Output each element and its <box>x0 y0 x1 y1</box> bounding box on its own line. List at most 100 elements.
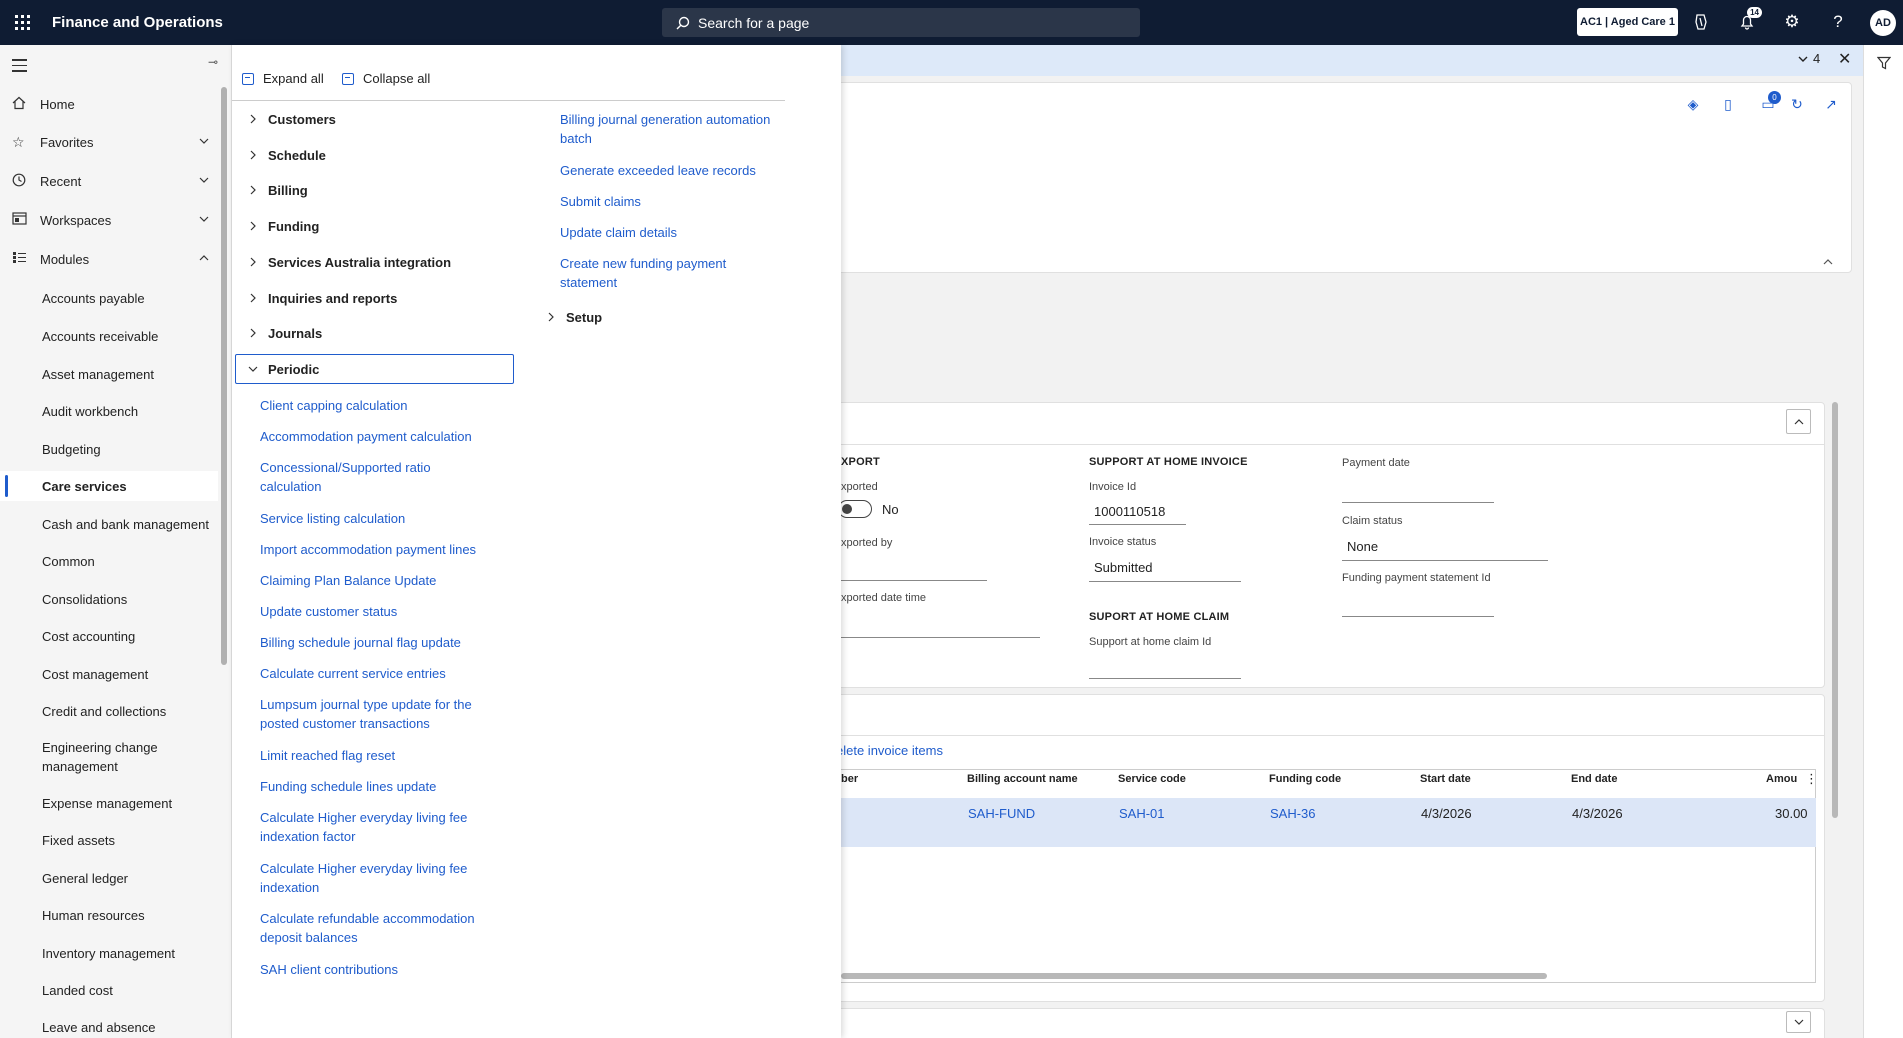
expand-all-button[interactable]: Expand all <box>242 71 324 86</box>
link-calculate-hel-fee-indexation-factor[interactable]: Calculate Higher everyday living fee ind… <box>260 808 505 846</box>
link-sah-client-contributions[interactable]: SAH client contributions <box>260 960 398 979</box>
module-budgeting[interactable]: Budgeting <box>0 434 218 464</box>
module-audit-workbench[interactable]: Audit workbench <box>0 396 218 426</box>
module-landed-cost[interactable]: Landed cost <box>0 975 218 1005</box>
nav-scrollbar[interactable] <box>221 87 227 665</box>
module-inventory-management[interactable]: Inventory management <box>0 938 218 968</box>
module-credit-and-collections[interactable]: Credit and collections <box>0 696 218 726</box>
link-service-listing-calculation[interactable]: Service listing calculation <box>260 509 405 528</box>
cell-billing-account-name[interactable]: SAH-FUND <box>968 806 1035 821</box>
exported-toggle[interactable] <box>838 500 872 518</box>
module-asset-management[interactable]: Asset management <box>0 359 218 389</box>
link-import-accommodation-payment-lines[interactable]: Import accommodation payment lines <box>260 540 476 559</box>
open-new-window-icon[interactable]: ↗ <box>1822 95 1840 113</box>
power-automate-icon[interactable]: ◈ <box>1684 95 1702 113</box>
copilot-icon[interactable] <box>1688 9 1714 35</box>
link-calculate-current-service-entries[interactable]: Calculate current service entries <box>260 664 446 683</box>
group-setup[interactable]: Setup <box>540 305 602 329</box>
group-services-australia-integration[interactable]: Services Australia integration <box>242 250 451 274</box>
link-limit-reached-flag-reset[interactable]: Limit reached flag reset <box>260 746 395 765</box>
cell-funding-code[interactable]: SAH-36 <box>1270 806 1316 821</box>
link-claiming-plan-balance-update[interactable]: Claiming Plan Balance Update <box>260 571 436 590</box>
search-input[interactable]: Search for a page <box>662 8 1140 37</box>
link-update-claim-details[interactable]: Update claim details <box>560 223 677 242</box>
link-calculate-rad-balances[interactable]: Calculate refundable accommodation depos… <box>260 909 505 947</box>
claim-id-field[interactable] <box>1089 678 1241 679</box>
module-fixed-assets[interactable]: Fixed assets <box>0 825 218 855</box>
module-common[interactable]: Common <box>0 546 218 576</box>
expand-section-button[interactable] <box>1786 1011 1811 1033</box>
group-periodic[interactable]: Periodic <box>235 354 514 384</box>
link-concessional-supported-ratio-calculation[interactable]: Concessional/Supported ratio calculation <box>260 458 470 496</box>
link-update-customer-status[interactable]: Update customer status <box>260 602 397 621</box>
nav-favorites[interactable]: ☆ Favorites <box>0 127 220 157</box>
attachments-icon[interactable]: ▭ 0 <box>1759 91 1781 113</box>
module-care-services[interactable]: Care services <box>0 471 218 501</box>
module-accounts-receivable[interactable]: Accounts receivable <box>0 321 218 351</box>
nav-modules[interactable]: Modules <box>0 244 220 274</box>
help-icon[interactable]: ? <box>1825 9 1851 35</box>
module-leave-and-absence[interactable]: Leave and absence <box>0 1012 218 1038</box>
grid-header-number[interactable]: ber <box>841 773 858 785</box>
grid-header-amount[interactable]: Amou <box>1766 773 1797 785</box>
grid-header-funding-code[interactable]: Funding code <box>1269 773 1341 785</box>
group-funding[interactable]: Funding <box>242 214 319 238</box>
invoice-id-field[interactable] <box>1089 524 1186 525</box>
form-vertical-scrollbar[interactable] <box>1832 402 1838 818</box>
link-funding-schedule-lines-update[interactable]: Funding schedule lines update <box>260 777 436 796</box>
group-billing[interactable]: Billing <box>242 178 308 202</box>
grid-header-service-code[interactable]: Service code <box>1118 773 1186 785</box>
chevron-up-icon[interactable] <box>1822 256 1834 268</box>
module-general-ledger[interactable]: General ledger <box>0 863 218 893</box>
module-consolidations[interactable]: Consolidations <box>0 584 218 614</box>
payment-date-field[interactable] <box>1342 502 1494 503</box>
module-expense-management[interactable]: Expense management <box>0 788 218 818</box>
app-launcher-icon[interactable] <box>0 0 44 45</box>
grid-header-billing-account-name[interactable]: Billing account name <box>967 773 1078 785</box>
collapse-all-button[interactable]: Collapse all <box>342 71 430 86</box>
module-engineering-change-management[interactable]: Engineering change management <box>0 733 200 781</box>
nav-home[interactable]: Home <box>0 89 220 119</box>
module-accounts-payable[interactable]: Accounts payable <box>0 283 218 313</box>
link-client-capping-calculation[interactable]: Client capping calculation <box>260 396 407 415</box>
filter-icon[interactable] <box>1877 56 1891 70</box>
funding-statement-field[interactable] <box>1342 616 1494 617</box>
grid-header-start-date[interactable]: Start date <box>1420 773 1471 785</box>
hamburger-menu-icon[interactable] <box>12 59 27 76</box>
group-inquiries-and-reports[interactable]: Inquiries and reports <box>242 286 397 310</box>
group-customers[interactable]: Customers <box>242 107 336 131</box>
module-human-resources[interactable]: Human resources <box>0 900 218 930</box>
invoice-status-field[interactable] <box>1089 581 1241 582</box>
close-icon[interactable]: ✕ <box>1838 49 1851 69</box>
grid-header-end-date[interactable]: End date <box>1571 773 1617 785</box>
link-accommodation-payment-calculation[interactable]: Accommodation payment calculation <box>260 427 472 446</box>
company-picker[interactable]: AC1 | Aged Care 1 <box>1577 8 1678 36</box>
module-cost-accounting[interactable]: Cost accounting <box>0 621 218 651</box>
nav-workspaces[interactable]: Workspaces <box>0 205 220 235</box>
column-options-icon[interactable]: ⋮ <box>1805 771 1818 787</box>
refresh-icon[interactable]: ↻ <box>1788 95 1806 113</box>
link-generate-exceeded-leave-records[interactable]: Generate exceeded leave records <box>560 161 756 180</box>
nav-recent[interactable]: Recent <box>0 166 220 196</box>
link-lumpsum-journal-type-update[interactable]: Lumpsum journal type update for the post… <box>260 695 505 733</box>
user-avatar[interactable]: AD <box>1870 10 1896 36</box>
settings-gear-icon[interactable]: ⚙ <box>1779 9 1805 35</box>
claim-status-field[interactable] <box>1342 560 1548 561</box>
module-cost-management[interactable]: Cost management <box>0 659 218 689</box>
notifications-icon[interactable]: 14 <box>1734 7 1762 35</box>
app-title[interactable]: Finance and Operations <box>52 14 223 31</box>
cell-service-code[interactable]: SAH-01 <box>1119 806 1165 821</box>
exported-date-time-field[interactable] <box>841 637 1040 638</box>
exported-by-field[interactable] <box>841 580 987 581</box>
module-cash-and-bank-management[interactable]: Cash and bank management <box>0 509 218 539</box>
pin-icon[interactable]: ⊸ <box>208 55 218 69</box>
message-count[interactable]: 4 <box>1797 51 1820 66</box>
group-schedule[interactable]: Schedule <box>242 143 326 167</box>
grid-horizontal-scrollbar[interactable] <box>841 973 1547 979</box>
link-submit-claims[interactable]: Submit claims <box>560 192 641 211</box>
link-create-new-funding-payment-statement[interactable]: Create new funding payment statement <box>560 254 760 292</box>
delete-invoice-items-button[interactable]: elete invoice items <box>836 743 943 758</box>
office-icon[interactable]: ▯ <box>1719 95 1737 113</box>
link-billing-journal-generation-automation-batch[interactable]: Billing journal generation automation ba… <box>560 110 785 148</box>
link-calculate-hel-fee-indexation[interactable]: Calculate Higher everyday living fee ind… <box>260 859 485 897</box>
